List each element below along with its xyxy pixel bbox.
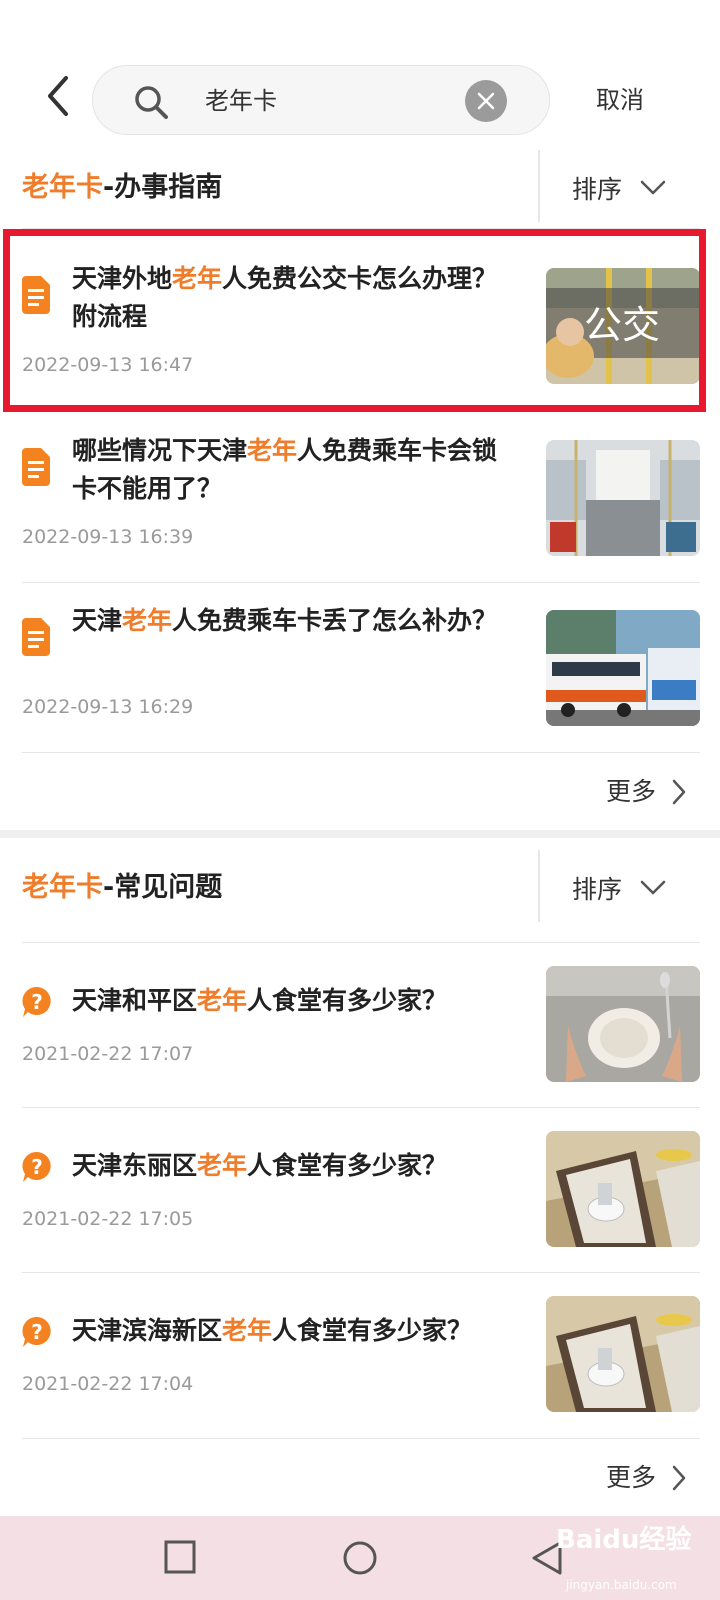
more-button[interactable]: 更多 (606, 1460, 686, 1496)
svg-text:?: ? (31, 1320, 43, 1344)
sort-button[interactable]: 排序 (572, 168, 666, 208)
section-title: 老年卡-办事指南 (22, 168, 222, 208)
search-icon (135, 86, 168, 119)
item-title: 天津东丽区老年人食堂有多少家？ (72, 1147, 512, 1185)
svg-text:?: ? (31, 1155, 43, 1179)
item-title: 哪些情况下天津老年人免费乘车卡会锁卡不能用了？ (72, 432, 512, 508)
title-text: 天津东丽区 (72, 1151, 198, 1180)
section-title: 老年卡-常见问题 (22, 868, 222, 908)
title-text: 人免费乘车卡丢了怎么补办？ (172, 606, 498, 635)
clear-icon (477, 92, 495, 110)
chevron-right-icon (672, 779, 686, 805)
title-text: 天津 (72, 606, 123, 635)
back-arrow-icon (48, 76, 68, 116)
title-keyword: 老年 (197, 1151, 248, 1180)
red-highlight-frame (3, 229, 706, 412)
list-item[interactable]: ? 天津和平区老年人食堂有多少家？ 2021-02-22 17:07 (0, 942, 720, 1107)
divider (538, 850, 540, 922)
title-text: 天津和平区 (72, 986, 198, 1015)
item-title: 天津和平区老年人食堂有多少家？ (72, 982, 512, 1020)
item-title: 天津滨海新区老年人食堂有多少家？ (72, 1312, 512, 1350)
search-box[interactable]: 老年卡 (92, 65, 550, 135)
baidu-watermark: Baidu经验 (556, 1525, 692, 1555)
canteen-table-thumbnail (546, 1296, 700, 1412)
sort-button[interactable]: 排序 (572, 868, 666, 908)
sort-label: 排序 (572, 875, 623, 904)
title-text: 人食堂有多少家？ (247, 1151, 448, 1180)
document-icon (22, 448, 50, 486)
section-title-rest: -办事指南 (103, 172, 223, 203)
clear-button[interactable] (465, 80, 507, 122)
section-title-keyword: 老年卡 (22, 172, 103, 203)
cancel-button[interactable]: 取消 (596, 82, 644, 118)
circle-icon[interactable] (342, 1540, 378, 1576)
title-keyword: 老年 (197, 986, 248, 1015)
title-keyword: 老年 (247, 436, 298, 465)
chevron-right-icon (672, 1465, 686, 1491)
item-timestamp: 2021-02-22 17:05 (22, 1208, 194, 1230)
square-icon[interactable] (164, 1540, 196, 1574)
search-header: 老年卡 取消 (0, 0, 720, 150)
plate-thumbnail (546, 966, 700, 1082)
list-item[interactable]: ? 天津东丽区老年人食堂有多少家？ 2021-02-22 17:05 (0, 1107, 720, 1272)
guide-section-header: 老年卡-办事指南 排序 (0, 150, 720, 230)
back-button[interactable] (34, 72, 82, 120)
item-timestamp: 2022-09-13 16:39 (22, 526, 194, 548)
question-icon: ? (22, 986, 51, 1017)
divider (22, 1438, 700, 1439)
item-title: 天津老年人免费乘车卡丢了怎么补办？ (72, 602, 512, 640)
question-icon: ? (22, 1316, 51, 1347)
item-timestamp: 2022-09-13 16:29 (22, 696, 194, 718)
title-text: 哪些情况下天津 (72, 436, 248, 465)
search-input[interactable]: 老年卡 (205, 84, 277, 118)
faq-section-header: 老年卡-常见问题 排序 (0, 850, 720, 930)
divider (22, 752, 700, 753)
chevron-down-icon (640, 180, 666, 195)
chevron-down-icon (640, 880, 666, 895)
baidu-watermark-url: jingyan.baidu.com (566, 1578, 677, 1592)
svg-text:?: ? (31, 990, 43, 1014)
title-text: 天津滨海新区 (72, 1316, 223, 1345)
section-title-rest: -常见问题 (103, 872, 223, 903)
title-text: 人食堂有多少家？ (272, 1316, 473, 1345)
question-icon: ? (22, 1151, 51, 1182)
bus-interior-thumbnail (546, 440, 700, 556)
document-icon (22, 618, 50, 656)
section-divider (0, 830, 720, 838)
title-keyword: 老年 (122, 606, 173, 635)
title-text: 人食堂有多少家？ (247, 986, 448, 1015)
more-button[interactable]: 更多 (606, 774, 686, 810)
list-item[interactable]: 天津老年人免费乘车卡丢了怎么补办？ 2022-09-13 16:29 (0, 582, 720, 752)
title-keyword: 老年 (222, 1316, 273, 1345)
more-label: 更多 (606, 777, 657, 806)
divider (538, 150, 540, 222)
list-item[interactable]: ? 天津滨海新区老年人食堂有多少家？ 2021-02-22 17:04 (0, 1272, 720, 1437)
double-decker-thumbnail (546, 610, 700, 726)
section-title-keyword: 老年卡 (22, 872, 103, 903)
more-label: 更多 (606, 1463, 657, 1492)
item-timestamp: 2021-02-22 17:04 (22, 1373, 194, 1395)
sort-label: 排序 (572, 175, 623, 204)
item-timestamp: 2021-02-22 17:07 (22, 1043, 194, 1065)
list-item[interactable]: 哪些情况下天津老年人免费乘车卡会锁卡不能用了？ 2022-09-13 16:39 (0, 412, 720, 582)
canteen-table-thumbnail (546, 1131, 700, 1247)
